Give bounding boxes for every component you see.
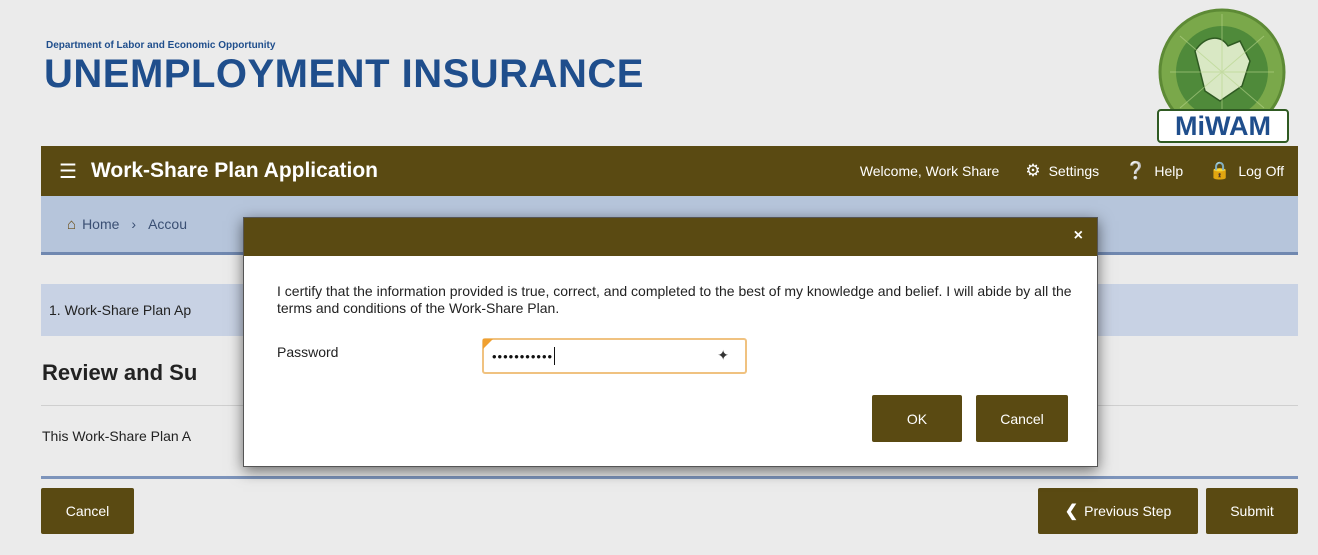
menu-icon[interactable]: ☰ — [59, 159, 77, 184]
lock-icon: 🔒 — [1209, 161, 1231, 180]
certification-dialog: × I certify that the information provide… — [243, 217, 1098, 467]
question-circle-icon: ❔ — [1125, 161, 1147, 180]
password-field[interactable]: ••••••••••• ✦ — [482, 338, 747, 374]
step-label: 1. Work-Share Plan Ap — [49, 302, 192, 318]
department-name: Department of Labor and Economic Opportu… — [46, 40, 276, 51]
nav-actions: Welcome, Work Share ⚙ Settings ❔ Help 🔒 … — [860, 161, 1284, 181]
miwam-logo: MiWAM — [1157, 8, 1289, 143]
divider-bottom — [41, 476, 1298, 479]
welcome-text: Welcome, Work Share — [859, 163, 1000, 179]
ok-button[interactable]: OK — [872, 395, 962, 442]
previous-step-label: Previous Step — [1084, 503, 1172, 519]
settings-link[interactable]: ⚙ Settings — [1025, 161, 1099, 181]
logoff-label: Log Off — [1238, 163, 1284, 179]
help-link[interactable]: ❔ Help — [1125, 161, 1183, 181]
text-cursor — [554, 347, 556, 365]
svg-text:MiWAM: MiWAM — [1175, 111, 1271, 141]
password-value: ••••••••••• — [492, 348, 554, 364]
dialog-cancel-button[interactable]: Cancel — [976, 395, 1068, 442]
certification-text: I certify that the information provided … — [277, 283, 1072, 316]
help-label: Help — [1154, 163, 1184, 179]
submit-button[interactable]: Submit — [1206, 488, 1298, 534]
logoff-link[interactable]: 🔒 Log Off — [1209, 161, 1284, 181]
dialog-header: × — [244, 218, 1097, 256]
show-password-icon[interactable]: ✦ — [717, 347, 729, 364]
breadcrumb-accounts[interactable]: Accou — [148, 216, 187, 232]
top-nav-bar: ☰ Work-Share Plan Application Welcome, W… — [41, 146, 1298, 196]
password-label: Password — [277, 344, 339, 360]
settings-label: Settings — [1048, 163, 1100, 179]
page-header-title: UNEMPLOYMENT INSURANCE — [44, 52, 644, 96]
breadcrumb-separator: › — [131, 216, 137, 232]
previous-step-button[interactable]: ❮ Previous Step — [1038, 488, 1198, 534]
app-title: Work-Share Plan Application — [90, 159, 378, 182]
section-title: Review and Su — [42, 360, 198, 385]
page: Department of Labor and Economic Opportu… — [0, 0, 1318, 555]
breadcrumb-home[interactable]: Home — [82, 216, 119, 232]
close-icon[interactable]: × — [1074, 227, 1083, 245]
home-icon[interactable]: ⌂ — [67, 216, 76, 233]
gear-icon: ⚙ — [1025, 161, 1041, 180]
section-description: This Work-Share Plan A — [42, 428, 192, 444]
chevron-left-icon: ❮ — [1064, 503, 1079, 520]
cancel-button[interactable]: Cancel — [41, 488, 134, 534]
